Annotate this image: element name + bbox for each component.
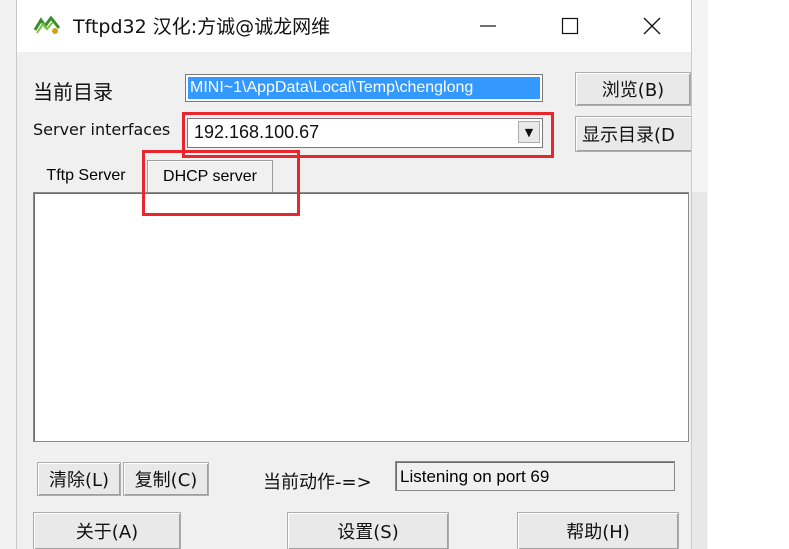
window-title: Tftpd32 汉化:方诚@诚龙网维 <box>73 16 331 38</box>
help-button[interactable]: 帮助(H) <box>517 512 679 549</box>
close-icon <box>643 17 661 35</box>
highlight-box-dhcp-tab <box>142 150 300 216</box>
show-directory-button[interactable]: 显示目录(D <box>575 116 691 152</box>
status-field: Listening on port 69 <box>395 461 675 491</box>
about-button[interactable]: 关于(A) <box>33 512 181 549</box>
current-directory-input[interactable]: MINI~1\AppData\Local\Temp\chenglong <box>185 74 543 102</box>
log-list-area[interactable] <box>33 192 689 442</box>
tab-tftp-server[interactable]: Tftp Server <box>33 162 139 190</box>
minimize-button[interactable] <box>457 0 519 52</box>
minimize-icon <box>480 25 496 27</box>
background-window-strip <box>690 192 707 549</box>
close-button[interactable] <box>621 0 683 52</box>
app-icon <box>33 15 61 34</box>
tftpd32-window: Tftpd32 汉化:方诚@诚龙网维 当前目录 MINI~1\AppData\L… <box>16 0 692 549</box>
title-bar[interactable]: Tftpd32 汉化:方诚@诚龙网维 <box>17 0 691 52</box>
settings-button[interactable]: 设置(S) <box>287 512 449 549</box>
browse-button[interactable]: 浏览(B) <box>575 72 691 106</box>
server-interfaces-label: Server interfaces <box>33 120 171 139</box>
current-directory-label: 当前目录 <box>33 80 113 104</box>
copy-button[interactable]: 复制(C) <box>123 462 209 496</box>
maximize-button[interactable] <box>539 0 601 52</box>
clear-button[interactable]: 清除(L) <box>37 462 121 496</box>
maximize-icon <box>561 17 579 35</box>
current-action-label: 当前动作-=> <box>263 472 372 493</box>
current-directory-value: MINI~1\AppData\Local\Temp\chenglong <box>188 77 540 99</box>
